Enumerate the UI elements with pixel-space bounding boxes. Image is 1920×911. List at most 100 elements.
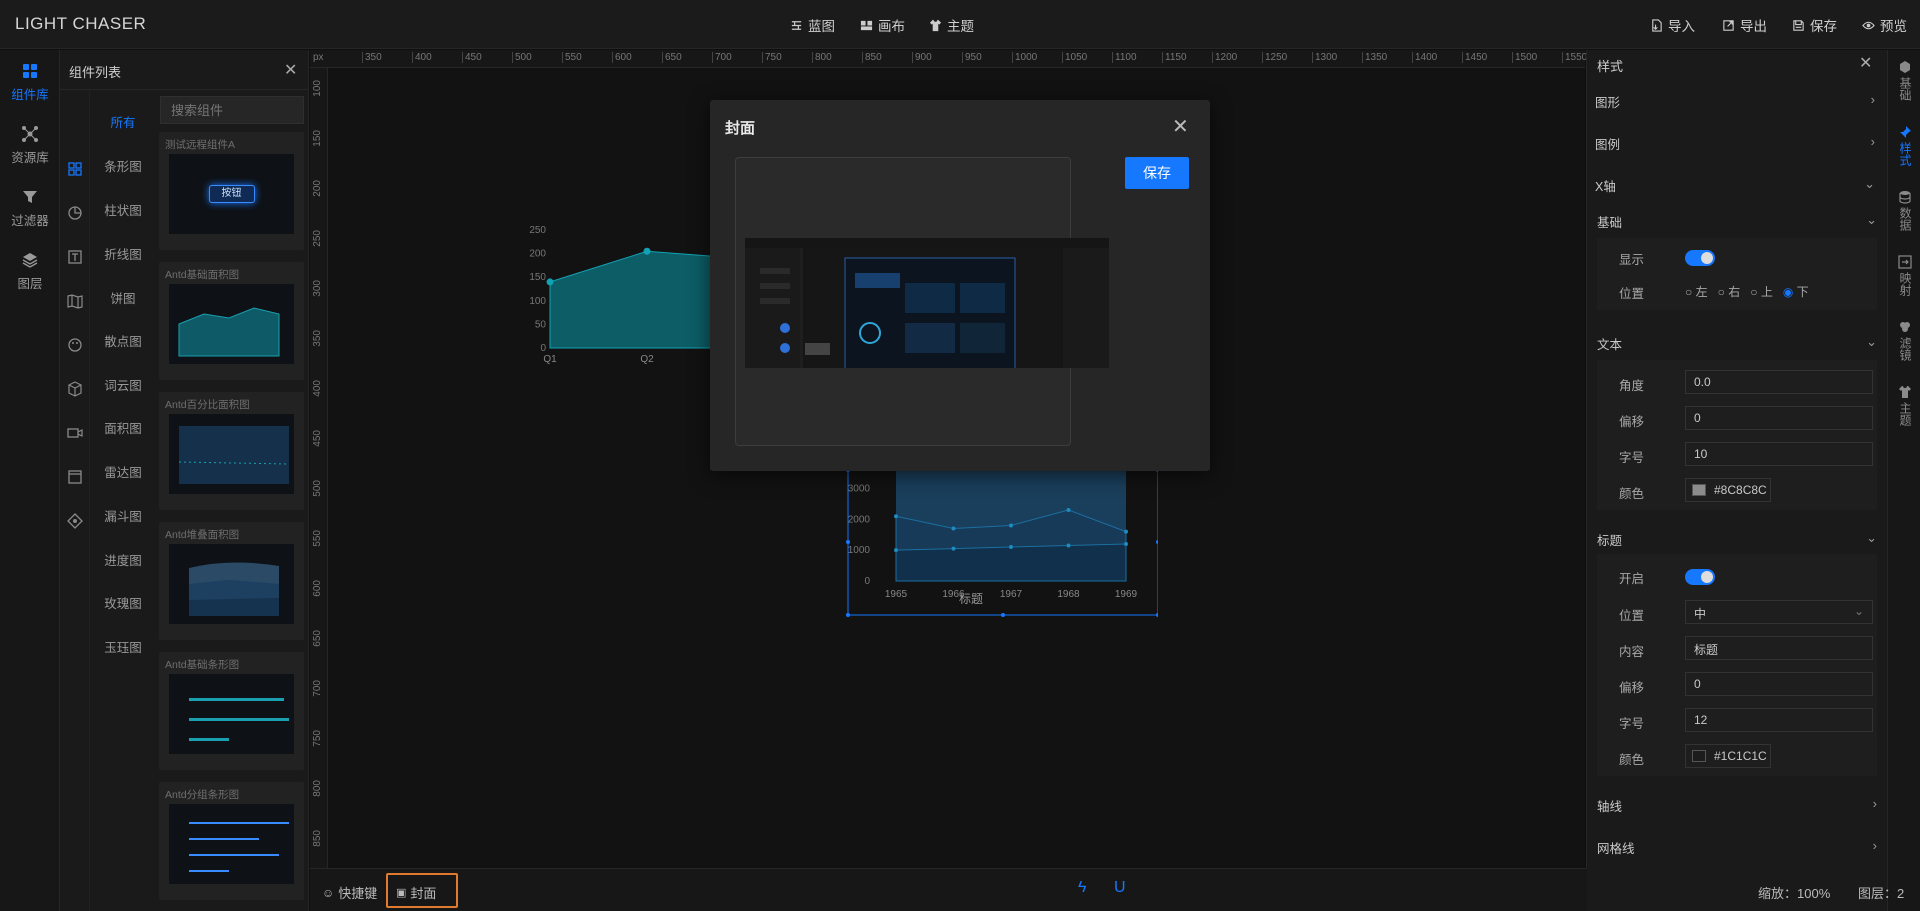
cover-button[interactable]: ▣ 封面 [396, 883, 436, 902]
nav-component-library[interactable]: 组件库 [0, 62, 60, 103]
video-icon[interactable] [67, 425, 83, 441]
category-radar[interactable]: 雷达图 [90, 462, 156, 481]
all-grid-icon[interactable] [67, 161, 83, 177]
radio-right[interactable]: ○ 右 [1718, 283, 1741, 300]
title-offset-input[interactable]: 0 [1685, 672, 1873, 696]
tab-label: 基础 [1898, 77, 1912, 101]
diamond-icon[interactable] [67, 513, 83, 529]
window-icon[interactable] [67, 469, 83, 485]
category-area[interactable]: 面积图 [90, 418, 156, 437]
radio-bottom[interactable]: ◉ 下 [1783, 283, 1809, 300]
lightning-icon[interactable]: ϟ [1078, 879, 1086, 897]
tab-data[interactable]: 数据 [1888, 190, 1920, 234]
import-button[interactable]: 导入 [1650, 15, 1695, 35]
modal-save-button[interactable]: 保存 [1125, 157, 1189, 189]
close-icon[interactable]: ✕ [284, 60, 297, 80]
section-label: 基础 [1597, 216, 1623, 230]
radio-left[interactable]: ○ 左 [1685, 283, 1708, 300]
category-line[interactable]: 折线图 [90, 244, 156, 263]
search-input[interactable] [160, 96, 304, 124]
save-button[interactable]: 保存 [1792, 15, 1837, 35]
tab-theme[interactable]: 主题 [1888, 385, 1920, 429]
subsection-title[interactable]: 标题 ⌄ [1597, 530, 1877, 550]
section-axis-line[interactable]: 轴线 › [1597, 796, 1877, 816]
component-card[interactable]: Antd百分比面积图 [159, 392, 304, 510]
card-thumbnail [169, 804, 294, 884]
shortcut-button[interactable]: ☺ 快捷键 [322, 883, 377, 902]
category-funnel[interactable]: 漏斗图 [90, 506, 156, 525]
chevron-down-icon: ⌄ [1866, 530, 1877, 545]
blueprint-button[interactable]: 蓝图 [790, 15, 835, 35]
tab-basic[interactable]: 基础 [1888, 60, 1920, 104]
ruler-tick: 500 [312, 480, 323, 497]
data-point [951, 546, 956, 551]
title-color-picker[interactable]: #1C1C1C [1685, 744, 1771, 768]
component-card[interactable]: Antd分组条形图 [159, 782, 304, 900]
style-panel-title: 样式 [1597, 59, 1624, 74]
category-jade-ring[interactable]: 玉珏图 [90, 637, 156, 656]
export-label: 导出 [1740, 19, 1767, 34]
y-tick-label: 100 [529, 296, 546, 307]
radio-top[interactable]: ○ 上 [1750, 283, 1773, 300]
component-card[interactable]: Antd基础条形图 [159, 652, 304, 770]
section-legend[interactable]: 图例 › [1595, 134, 1875, 154]
tab-style[interactable]: 样式 [1888, 125, 1920, 169]
pin-icon [1898, 126, 1911, 139]
nav-layers[interactable]: 图层 [0, 251, 60, 292]
style-panel: 样式 ✕ 图形 › 图例 › X轴 ⌄ 基础 ⌄ 显示 位置 ○ 左 ○ 右 ○ 上 ◉… [1586, 50, 1887, 911]
cover-preview-frame[interactable] [735, 157, 1109, 446]
y-tick-label: 200 [529, 249, 546, 260]
category-rose[interactable]: 玫瑰图 [90, 593, 156, 612]
font-size-input[interactable]: 10 [1685, 442, 1873, 466]
component-card[interactable]: Antd堆叠面积图 [159, 522, 304, 640]
show-toggle[interactable] [1685, 250, 1715, 266]
category-progress[interactable]: 进度图 [90, 550, 156, 569]
palette-icon[interactable] [67, 337, 83, 353]
chart-pie-icon[interactable] [67, 205, 83, 221]
resize-handle [1156, 613, 1158, 617]
y-tick-label: 0 [864, 576, 870, 587]
area-chart-2[interactable]: 30002000100001965 1966 1967 1968 1969标题 [838, 470, 1158, 620]
category-pie[interactable]: 饼图 [90, 288, 156, 307]
canvas-button[interactable]: 画布 [860, 15, 905, 35]
category-column[interactable]: 柱状图 [90, 200, 156, 219]
cube-icon[interactable] [67, 381, 83, 397]
data-point [951, 526, 956, 531]
component-card[interactable]: Antd基础面积图 [159, 262, 304, 380]
category-bar[interactable]: 条形图 [90, 156, 156, 175]
subsection-basic[interactable]: 基础 ⌄ [1597, 212, 1877, 232]
close-icon[interactable]: ✕ [1859, 53, 1872, 73]
text-icon[interactable] [67, 249, 83, 265]
category-wordcloud[interactable]: 词云图 [90, 375, 156, 394]
offset-input[interactable]: 0 [1685, 406, 1873, 430]
magnet-icon[interactable]: U [1114, 879, 1126, 897]
map-icon[interactable] [67, 293, 83, 309]
section-xaxis[interactable]: X轴 ⌄ [1595, 176, 1875, 196]
close-icon[interactable]: ✕ [1172, 114, 1189, 139]
component-card[interactable]: 测试远程组件A 按钮 [159, 132, 304, 250]
section-shape[interactable]: 图形 › [1595, 92, 1875, 112]
enable-toggle[interactable] [1685, 569, 1715, 585]
y-tick-label: 50 [535, 319, 547, 330]
nav-filter[interactable]: 过滤器 [0, 188, 60, 229]
nav-resource-library[interactable]: 资源库 [0, 125, 60, 166]
section-grid-line[interactable]: 网格线 › [1597, 838, 1877, 858]
tab-mapping[interactable]: 映射 [1888, 255, 1920, 299]
section-label: X轴 [1595, 180, 1616, 194]
export-button[interactable]: 导出 [1722, 15, 1767, 35]
section-label: 文本 [1597, 338, 1623, 352]
theme-button[interactable]: 主题 [929, 15, 974, 35]
category-all[interactable]: 所有 [90, 112, 156, 131]
category-scatter[interactable]: 散点图 [90, 331, 156, 350]
title-font-size-input[interactable]: 12 [1685, 708, 1873, 732]
angle-input[interactable]: 0.0 [1685, 370, 1873, 394]
ruler-tick: 1300 [1312, 52, 1337, 63]
title-position-select[interactable]: 中 ⌄ [1685, 600, 1873, 624]
preview-button[interactable]: 预览 [1862, 15, 1907, 35]
tab-filter[interactable]: 滤镜 [1888, 320, 1920, 364]
y-tick-label: 0 [540, 343, 546, 354]
subsection-text[interactable]: 文本 ⌄ [1597, 334, 1877, 354]
title-content-input[interactable]: 标题 [1685, 636, 1873, 660]
color-picker[interactable]: #8C8C8C [1685, 478, 1771, 502]
gem-icon [1899, 61, 1910, 73]
